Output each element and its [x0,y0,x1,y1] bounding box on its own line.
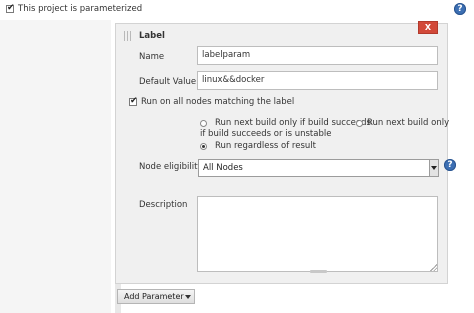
panel-title: Label [139,31,165,41]
radio-build-succeeds[interactable] [200,120,207,127]
left-gutter [0,20,111,313]
help-icon[interactable]: ? [454,3,466,15]
radio-build-succeeds-or-unstable[interactable] [356,120,363,127]
radio-run-regardless-label: Run regardless of result [215,141,316,151]
node-eligibility-label: Node eligibility [139,162,203,172]
resize-corner-icon[interactable] [430,264,437,271]
radio-run-regardless[interactable] [200,143,207,150]
node-eligibility-select[interactable]: All Nodes [198,159,439,177]
parameterized-row: This project is parameterized ? [0,0,474,20]
radio-build-succeeds-label: Run next build only if build succeeds [215,118,371,128]
chevron-down-icon[interactable] [429,160,438,176]
node-eligibility-help-icon[interactable]: ? [444,159,456,171]
chevron-down-icon [185,295,191,299]
add-parameter-button[interactable]: Add Parameter [117,289,195,304]
radio-build-unstable-label-line1: Run next build only [367,118,450,128]
description-field[interactable] [197,196,438,272]
run-on-all-nodes-checkbox[interactable] [129,96,138,106]
drag-handle-icon[interactable] [124,31,132,41]
radio-build-unstable-label-line2: if build succeeds or is unstable [200,129,332,139]
add-parameter-label: Add Parameter [124,292,184,301]
description-label: Description [139,200,188,210]
run-on-all-nodes-label: Run on all nodes matching the label [141,97,295,107]
name-field[interactable]: labelparam [197,46,438,65]
node-eligibility-value: All Nodes [203,163,243,173]
textarea-resize-handle[interactable] [310,270,327,273]
default-value-field[interactable]: linux&&docker [197,71,438,90]
parameterized-checkbox[interactable] [6,3,15,13]
default-value-label: Default Value [139,77,197,87]
parameterized-label: This project is parameterized [18,4,143,14]
delete-parameter-button[interactable]: X [418,21,438,34]
name-label: Name [139,52,165,62]
